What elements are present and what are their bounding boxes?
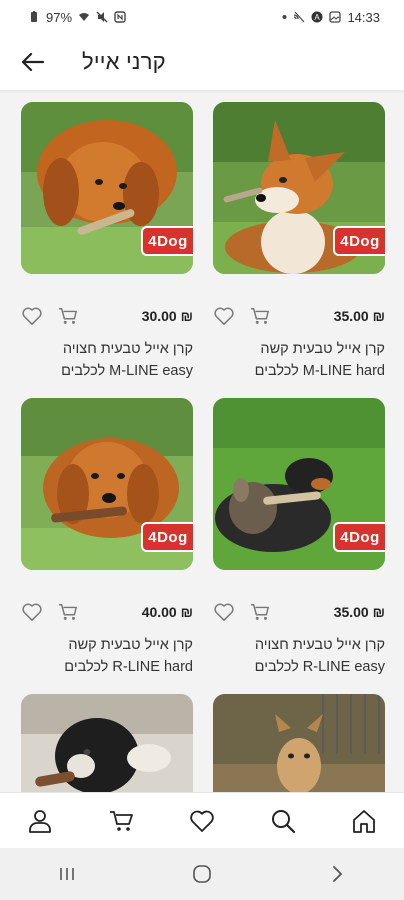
brand-badge: 4Dog (333, 226, 385, 256)
heart-icon[interactable] (21, 306, 43, 326)
nfc-icon (114, 11, 126, 23)
nav-search-button[interactable] (259, 797, 307, 845)
product-price: 35.00 ₪ (333, 308, 385, 324)
clock: 14:33 (347, 9, 380, 25)
product-card[interactable] (213, 694, 385, 792)
home-icon (352, 809, 375, 833)
add-to-cart-icon[interactable] (249, 602, 271, 622)
home-system-button[interactable] (178, 850, 226, 898)
svg-text:A: A (315, 13, 321, 22)
add-to-cart-icon[interactable] (249, 306, 271, 326)
brand-badge: 4Dog (141, 226, 193, 256)
dog-photo (21, 694, 193, 792)
recent-apps-icon (60, 868, 75, 880)
heart-icon (190, 810, 214, 832)
wifi-icon (79, 13, 90, 21)
battery-level: 97% (46, 9, 73, 25)
status-bar: 97% A 14:33 (0, 0, 404, 34)
arrow-left-icon (22, 53, 44, 71)
nav-profile-button[interactable] (16, 797, 64, 845)
product-image[interactable]: 4Dog (21, 102, 193, 274)
back-system-button[interactable] (313, 850, 361, 898)
product-card[interactable] (21, 694, 193, 792)
product-grid: 4Dog 35.00 ₪ קרן אייל טבעית קשה לכלבים M… (0, 100, 404, 792)
brand-badge: 4Dog (333, 522, 385, 552)
home-circle-icon (193, 865, 211, 883)
add-to-cart-icon[interactable] (57, 602, 79, 622)
product-name[interactable]: קרן אייל טבעית קשה לכלבים M-LINE hard (213, 338, 385, 382)
product-name[interactable]: קרן אייל טבעית קשה לכלבים R-LINE hard (21, 634, 193, 678)
search-icon (271, 809, 295, 833)
brand-badge: 4Dog (141, 522, 193, 552)
nav-favorites-button[interactable] (178, 797, 226, 845)
product-image[interactable]: 4Dog (213, 398, 385, 570)
product-card[interactable]: 4Dog 30.00 ₪ קרן אייל טבעית חצויה לכלבים… (21, 102, 193, 382)
product-card[interactable]: 4Dog 35.00 ₪ קרן אייל טבעית חצויה לכלבים… (213, 398, 385, 678)
product-card[interactable]: 4Dog 40.00 ₪ קרן אייל טבעית קשה לכלבים R… (21, 398, 193, 678)
app-notification-icon: A (311, 11, 323, 23)
heart-icon[interactable] (21, 602, 43, 622)
battery-icon (31, 11, 37, 22)
nav-cart-button[interactable] (97, 797, 145, 845)
recent-apps-button[interactable] (43, 850, 91, 898)
heart-icon[interactable] (213, 306, 235, 326)
product-name[interactable]: קרן אייל טבעית חצויה לכלבים M-LINE easy (21, 338, 193, 382)
product-image[interactable] (21, 694, 193, 792)
appbar-shadow (0, 90, 404, 94)
cast-icon (294, 11, 305, 23)
product-image[interactable]: 4Dog (213, 102, 385, 274)
page-title: קרני אייל (82, 49, 166, 74)
bottom-navigation (0, 792, 404, 848)
app-bar: קרני אייל (0, 34, 404, 90)
product-price: 35.00 ₪ (333, 604, 385, 620)
heart-icon[interactable] (213, 602, 235, 622)
dog-photo (213, 694, 385, 792)
dot-icon (282, 15, 287, 19)
back-button[interactable] (20, 49, 46, 75)
add-to-cart-icon[interactable] (57, 306, 79, 326)
product-image[interactable]: 4Dog (21, 398, 193, 570)
cart-icon (110, 810, 134, 831)
mute-icon (96, 11, 108, 23)
profile-icon (29, 809, 52, 833)
nav-home-button[interactable] (340, 797, 388, 845)
product-image[interactable] (213, 694, 385, 792)
gallery-icon (329, 11, 342, 23)
system-navigation-bar (0, 848, 404, 900)
product-card[interactable]: 4Dog 35.00 ₪ קרן אייל טבעית קשה לכלבים M… (213, 102, 385, 382)
product-price: 30.00 ₪ (141, 308, 193, 324)
product-price: 40.00 ₪ (141, 604, 193, 620)
chevron-right-icon (332, 866, 342, 882)
product-name[interactable]: קרן אייל טבעית חצויה לכלבים R-LINE easy (213, 634, 385, 678)
